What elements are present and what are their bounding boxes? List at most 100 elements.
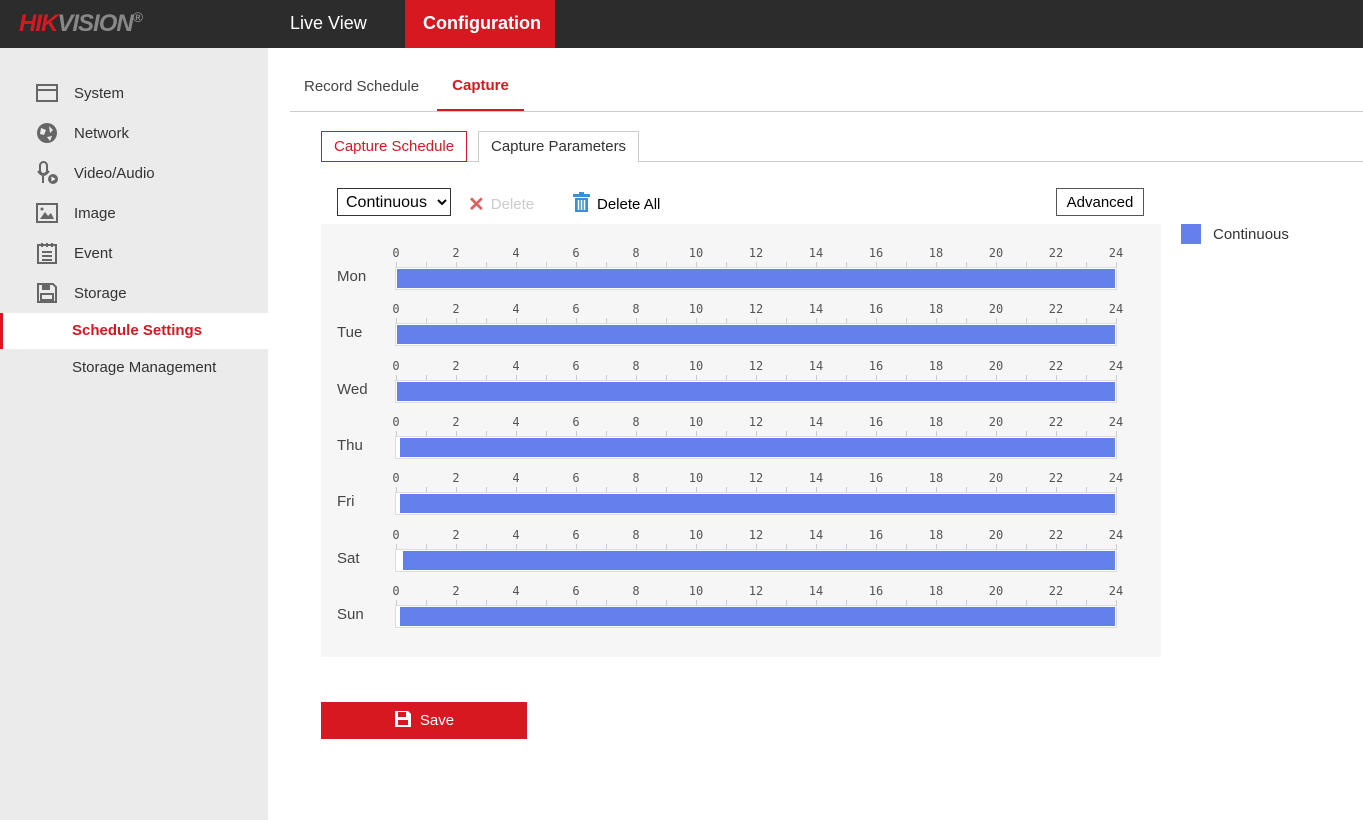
schedule-segment[interactable] (403, 550, 1115, 570)
hour-tick-label: 8 (632, 414, 640, 429)
hour-tick-label: 2 (452, 414, 460, 429)
hour-tick-label: 14 (808, 527, 824, 542)
day-timeline[interactable] (395, 435, 1117, 459)
hour-tick-label: 22 (1048, 246, 1064, 260)
hour-tick-label: 24 (1108, 414, 1124, 429)
hour-tick-label: 20 (988, 414, 1004, 429)
sidebar-item-storage[interactable]: Storage (0, 275, 268, 311)
schedule-segment[interactable] (397, 325, 1115, 345)
hour-tick-label: 2 (452, 358, 460, 373)
hour-tick-label: 14 (808, 414, 824, 429)
sidebar-item-storage-management[interactable]: Storage Management (0, 350, 268, 386)
hour-tick-label: 2 (452, 583, 460, 598)
microphone-icon (36, 161, 58, 184)
hour-tick-label: 12 (748, 246, 764, 260)
save-icon (394, 710, 412, 732)
sidebar-item-schedule-settings[interactable]: Schedule Settings (0, 313, 268, 349)
hour-tick-label: 12 (748, 302, 764, 317)
trash-icon (572, 192, 591, 216)
sidebar-item-image[interactable]: Image (0, 195, 268, 231)
advanced-button[interactable]: Advanced (1056, 188, 1144, 216)
day-timeline[interactable] (395, 492, 1117, 516)
hour-tick-label: 6 (572, 414, 580, 429)
schedule-segment[interactable] (397, 269, 1115, 288)
schedule-type-select[interactable]: Continuous (337, 188, 451, 216)
hour-tick-label: 0 (392, 246, 400, 260)
tab-capture[interactable]: Capture (437, 62, 524, 111)
hour-tick-label: 16 (868, 471, 884, 486)
hour-tick-label: 8 (632, 583, 640, 598)
hour-tick-label: 18 (928, 358, 944, 373)
image-icon (36, 202, 58, 224)
hour-tick-label: 12 (748, 471, 764, 486)
tab-record-schedule[interactable]: Record Schedule (290, 62, 433, 111)
hour-tick-label: 22 (1048, 583, 1064, 598)
hour-tick-label: 12 (748, 527, 764, 542)
hour-tick-label: 14 (808, 583, 824, 598)
hour-tick-label: 6 (572, 527, 580, 542)
hour-tick-label: 20 (988, 246, 1004, 260)
hour-tick-label: 16 (868, 246, 884, 260)
hour-tick-label: 10 (688, 583, 704, 598)
sidebar-item-video-audio[interactable]: Video/Audio (0, 155, 268, 191)
hour-tick-label: 24 (1108, 471, 1124, 486)
hour-tick-label: 24 (1108, 583, 1124, 598)
hour-tick-label: 14 (808, 471, 824, 486)
hour-tick-label: 8 (632, 246, 640, 260)
sidebar-item-system[interactable]: System (0, 75, 268, 111)
hikvision-logo: HIKVISION® (19, 9, 143, 37)
schedule-segment[interactable] (400, 437, 1115, 457)
hour-tick-label: 6 (572, 302, 580, 317)
hour-tick-label: 22 (1048, 358, 1064, 373)
legend-swatch (1181, 224, 1201, 244)
hour-tick-label: 6 (572, 246, 580, 260)
calendar-icon (36, 242, 58, 264)
schedule-segment[interactable] (397, 381, 1115, 401)
floppy-icon (36, 282, 58, 304)
day-timeline[interactable] (395, 323, 1117, 347)
nav-configuration[interactable]: Configuration (405, 0, 555, 48)
globe-icon (36, 122, 58, 144)
hour-tick-label: 16 (868, 583, 884, 598)
sidebar-item-network[interactable]: Network (0, 115, 268, 151)
schedule-grid: 0 2 4 6 8 10 12 14 16 18 20 22 24 Mon 0 2 4 6 8 10 12 14 16 18 2… (321, 224, 1161, 657)
hour-tick-label: 16 (868, 414, 884, 429)
sidebar-item-event[interactable]: Event (0, 235, 268, 271)
hour-tick-label: 8 (632, 358, 640, 373)
schedule-segment[interactable] (400, 494, 1115, 514)
subtab-bar: Capture Schedule Capture Parameters (321, 131, 1363, 162)
hour-tick-label: 2 (452, 527, 460, 542)
hour-tick-label: 24 (1108, 527, 1124, 542)
subtab-capture-schedule[interactable]: Capture Schedule (321, 131, 468, 162)
save-button[interactable]: Save (321, 702, 527, 739)
delete-button[interactable]: ✕ Delete (468, 192, 534, 217)
day-timeline[interactable] (395, 604, 1117, 628)
day-timeline[interactable] (395, 548, 1117, 572)
hour-tick-label: 4 (512, 358, 520, 373)
hour-tick-label: 12 (748, 583, 764, 598)
day-timeline[interactable] (395, 267, 1117, 290)
hour-tick-label: 16 (868, 358, 884, 373)
subtab-capture-parameters[interactable]: Capture Parameters (478, 131, 640, 162)
hour-tick-label: 22 (1048, 302, 1064, 317)
hour-tick-label: 4 (512, 246, 520, 260)
delete-all-button[interactable]: Delete All (572, 192, 660, 216)
hour-tick-label: 12 (748, 414, 764, 429)
hour-tick-label: 14 (808, 358, 824, 373)
hour-tick-label: 20 (988, 471, 1004, 486)
hour-tick-label: 0 (392, 583, 400, 598)
day-timeline[interactable] (395, 379, 1117, 403)
nav-live-view[interactable]: Live View (272, 0, 385, 48)
hour-tick-label: 2 (452, 246, 460, 260)
hour-tick-label: 14 (808, 246, 824, 260)
sidebar: System Network Video/Audio Image Event S… (0, 48, 268, 820)
hour-tick-label: 18 (928, 527, 944, 542)
schedule-segment[interactable] (400, 606, 1115, 626)
hour-tick-label: 12 (748, 358, 764, 373)
hour-tick-label: 4 (512, 583, 520, 598)
hour-tick-label: 18 (928, 471, 944, 486)
hour-tick-label: 2 (452, 302, 460, 317)
hour-tick-label: 14 (808, 302, 824, 317)
day-label: Fri (337, 493, 355, 511)
hour-tick-label: 0 (392, 358, 400, 373)
